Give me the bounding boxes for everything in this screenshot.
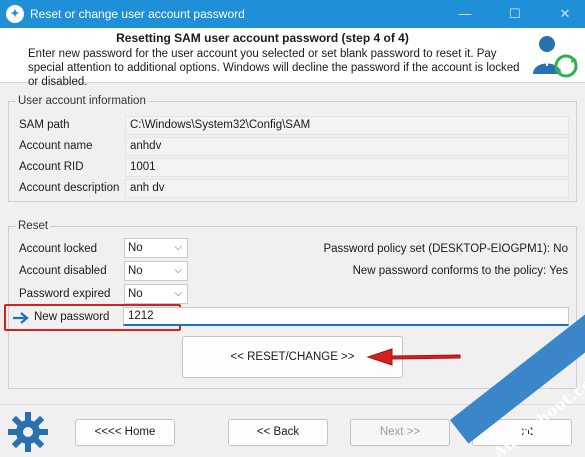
- sam-path-field: C:\Windows\System32\Config\SAM: [125, 116, 569, 135]
- user-refresh-icon: [533, 36, 578, 78]
- new-password-label: New password: [34, 311, 110, 323]
- red-pointer-arrow-icon: [366, 348, 461, 366]
- account-name-label: Account name: [19, 140, 93, 152]
- minimize-icon[interactable]: —: [445, 0, 485, 28]
- sam-path-label: SAM path: [19, 119, 70, 131]
- account-disabled-select[interactable]: No ⌵: [124, 261, 188, 281]
- password-policy-set-text: Password policy set (DESKTOP-EIOGPM1): N…: [323, 243, 568, 255]
- close-icon[interactable]: ✕: [545, 0, 585, 28]
- maximize-icon[interactable]: ☐: [495, 0, 535, 28]
- password-expired-value: No: [128, 288, 143, 300]
- account-disabled-value: No: [128, 265, 143, 277]
- account-description-field: anh dv: [125, 179, 569, 198]
- app-icon: ✦: [6, 5, 24, 23]
- chevron-down-icon: ⌵: [174, 242, 182, 253]
- password-policy-conforms-text: New password conforms to the policy: Yes: [352, 265, 568, 277]
- account-info-group-label: User account information: [16, 95, 148, 107]
- back-button[interactable]: << Back: [228, 419, 328, 446]
- chevron-down-icon: ⌵: [174, 265, 182, 276]
- chevron-down-icon: ⌵: [174, 288, 182, 299]
- password-expired-label: Password expired: [19, 288, 111, 300]
- account-disabled-label: Account disabled: [19, 265, 107, 277]
- wizard-header: Resetting SAM user account password (ste…: [0, 28, 585, 88]
- next-button: Next >>: [350, 419, 450, 446]
- account-locked-label: Account locked: [19, 243, 97, 255]
- page-description: Enter new password for the user account …: [28, 48, 520, 88]
- arrow-right-icon: [13, 312, 29, 324]
- account-description-label: Account description: [19, 182, 120, 194]
- new-password-input[interactable]: 1212: [123, 307, 569, 326]
- account-rid-label: Account RID: [19, 161, 84, 173]
- title-bar: ✦ Reset or change user account password …: [0, 0, 585, 28]
- password-expired-select[interactable]: No ⌵: [124, 284, 188, 304]
- account-name-field: anhdv: [125, 137, 569, 156]
- account-locked-select[interactable]: No ⌵: [124, 238, 188, 258]
- account-locked-value: No: [128, 242, 143, 254]
- reset-group-label: Reset: [16, 220, 51, 232]
- home-button[interactable]: <<<< Home: [75, 419, 175, 446]
- page-title: Resetting SAM user account password (ste…: [116, 31, 409, 45]
- account-rid-field: 1001: [125, 158, 569, 177]
- gear-icon[interactable]: [6, 410, 50, 454]
- window-title: Reset or change user account password: [30, 7, 245, 21]
